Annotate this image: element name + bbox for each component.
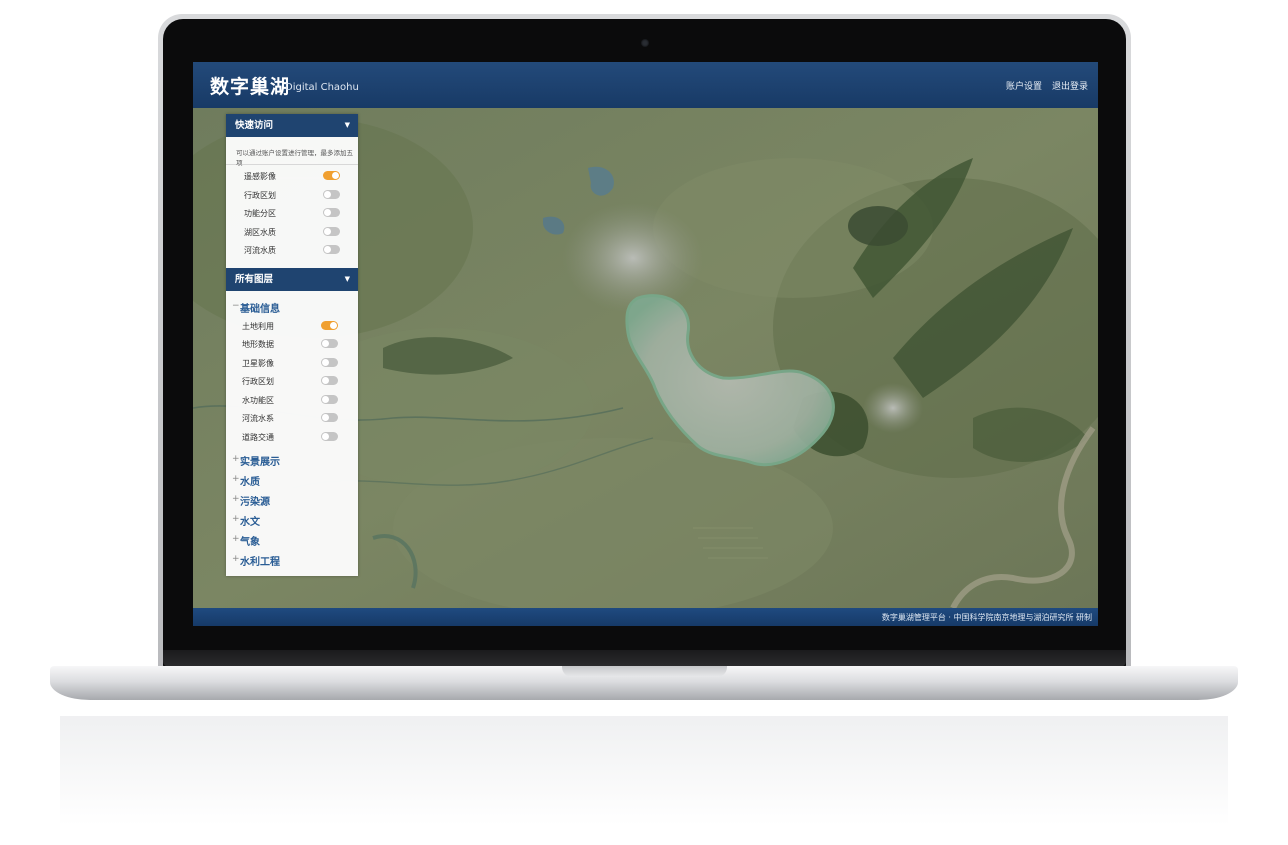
layer-group-basic-info[interactable]: − 基础信息 — [226, 297, 358, 317]
layer-toggle[interactable] — [323, 226, 340, 236]
list-item: 行政区划 — [226, 186, 358, 205]
layer-group-pollution[interactable]: + 污染源 — [226, 490, 358, 510]
layer-label: 遥感影像 — [244, 172, 276, 181]
list-item: 功能分区 — [226, 204, 358, 223]
layer-group-weather[interactable]: + 气象 — [226, 530, 358, 550]
layer-group-scenes[interactable]: + 实景展示 — [226, 450, 358, 470]
layer-group-label: 基础信息 — [240, 303, 280, 315]
list-item: 卫星影像 — [226, 354, 358, 373]
layer-toggle[interactable] — [321, 431, 338, 441]
layer-label: 水功能区 — [242, 395, 274, 405]
quick-access-list: 遥感影像 行政区划 功能分区 湖区水质 河流水质 — [226, 165, 358, 264]
layer-toggle[interactable] — [321, 357, 338, 367]
list-item: 道路交通 — [226, 428, 358, 447]
laptop-hinge — [163, 650, 1126, 667]
layer-label: 河流水质 — [244, 246, 276, 255]
layer-label: 地形数据 — [242, 340, 274, 349]
basic-info-list: 土地利用 地形数据 卫星影像 行政区划 水功能区 河流水系 道路交通 — [226, 317, 358, 451]
layer-label: 卫星影像 — [242, 358, 274, 368]
layer-toggle[interactable] — [321, 394, 338, 404]
expand-icon[interactable]: + — [232, 514, 240, 524]
layer-group-label: 水文 — [240, 517, 260, 528]
caret-down-icon[interactable]: ▼ — [345, 114, 350, 137]
caret-down-icon[interactable]: ▼ — [345, 268, 350, 291]
logout-link[interactable]: 退出登录 — [1052, 79, 1088, 92]
layer-toggle[interactable] — [323, 171, 340, 180]
list-item: 土地利用 — [226, 317, 358, 336]
list-item: 地形数据 — [226, 335, 358, 354]
layer-label: 湖区水质 — [244, 227, 276, 237]
layer-toggle[interactable] — [323, 208, 340, 217]
layer-label: 行政区划 — [242, 377, 274, 386]
quick-access-title: 快速访问 — [235, 120, 274, 131]
desk-reflection — [60, 716, 1228, 826]
webcam-icon — [641, 39, 649, 47]
layer-group-label: 水利工程 — [240, 557, 280, 568]
footer-credit: 数字巢湖管理平台 · 中国科学院南京地理与湖泊研究所 研制 — [881, 613, 1092, 622]
layer-tree: − 基础信息 土地利用 地形数据 卫星影像 行政区划 水功能区 河流水系 道路交… — [226, 291, 358, 571]
expand-icon[interactable]: + — [232, 454, 240, 464]
layer-group-water-quality[interactable]: + 水质 — [226, 470, 358, 490]
layer-group-water-works[interactable]: + 水利工程 — [226, 550, 358, 570]
top-nav: 账户设置 退出登录 — [1006, 79, 1088, 92]
expand-icon[interactable]: + — [232, 474, 240, 484]
app-header: 数字巢湖 Digital Chaohu 账户设置 退出登录 — [193, 62, 1098, 108]
layer-group-label: 实景展示 — [240, 457, 280, 468]
layer-group-label: 水质 — [240, 477, 260, 488]
laptop-opening-notch — [562, 666, 727, 677]
layer-label: 功能分区 — [244, 209, 276, 218]
layer-toggle[interactable] — [323, 189, 340, 199]
layer-label: 河流水系 — [242, 414, 274, 423]
layer-label: 道路交通 — [242, 432, 274, 442]
list-item: 河流水质 — [226, 241, 358, 260]
account-settings-link[interactable]: 账户设置 — [1006, 79, 1042, 92]
layer-group-label: 气象 — [240, 537, 260, 548]
layer-label: 行政区划 — [244, 190, 276, 200]
quick-access-hint: 可以通过账户设置进行管理，最多添加五项 — [236, 149, 353, 167]
collapse-icon[interactable]: − — [232, 301, 240, 311]
layer-toggle[interactable] — [323, 245, 340, 254]
app-screen: 数字巢湖 Digital Chaohu 账户设置 退出登录 数字巢湖管理平台 ·… — [193, 62, 1098, 626]
layer-toggle[interactable] — [321, 320, 338, 330]
layer-label: 土地利用 — [242, 321, 274, 331]
layer-group-label: 污染源 — [240, 497, 270, 508]
list-item: 河流水系 — [226, 409, 358, 428]
layer-toggle[interactable] — [321, 339, 338, 348]
quick-access-header[interactable]: 快速访问 ▼ — [226, 114, 358, 137]
layer-panel: 快速访问 ▼ 可以通过账户设置进行管理，最多添加五项 遥感影像 行政区划 功能分… — [226, 114, 358, 576]
app-subtitle: Digital Chaohu — [285, 82, 359, 93]
expand-icon[interactable]: + — [232, 554, 240, 564]
list-item: 水功能区 — [226, 391, 358, 410]
app-title: 数字巢湖 — [210, 76, 291, 98]
expand-icon[interactable]: + — [232, 494, 240, 504]
app-footer: 数字巢湖管理平台 · 中国科学院南京地理与湖泊研究所 研制 — [193, 608, 1098, 626]
list-item: 遥感影像 — [226, 167, 358, 186]
list-item: 行政区划 — [226, 372, 358, 391]
layer-toggle[interactable] — [321, 413, 338, 422]
all-layers-header[interactable]: 所有图层 ▼ — [226, 267, 358, 291]
layer-toggle[interactable] — [321, 376, 338, 385]
expand-icon[interactable]: + — [232, 534, 240, 544]
layer-group-hydrology[interactable]: + 水文 — [226, 510, 358, 530]
all-layers-title: 所有图层 — [235, 273, 274, 285]
list-item: 湖区水质 — [226, 223, 358, 242]
